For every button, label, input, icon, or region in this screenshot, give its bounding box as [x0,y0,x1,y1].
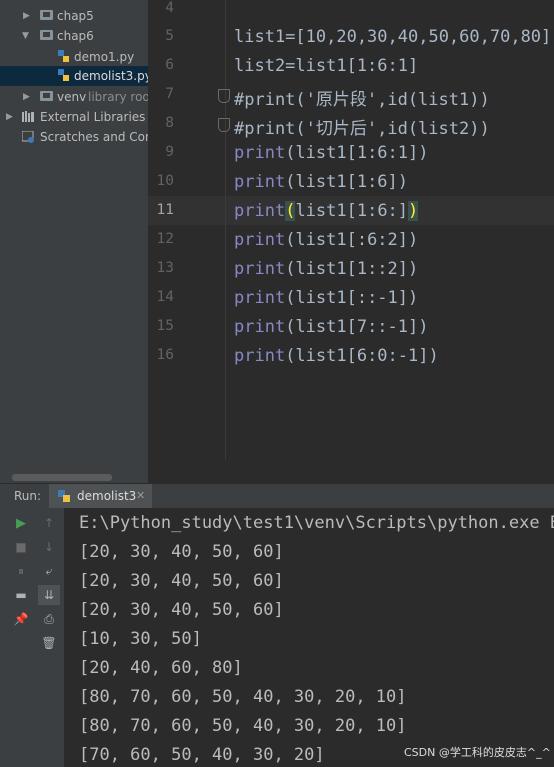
python-file-icon [58,50,69,62]
tree-item-label: chap5 [57,9,94,23]
arrow-up-icon[interactable]: ↑ [40,514,58,532]
line-number: 5 [165,28,174,44]
console-line: [80, 70, 60, 50, 40, 30, 20, 10] [79,716,407,736]
tree-item-demolist3[interactable]: demolist3.py [0,66,148,86]
code-line-comment[interactable]: #print('原片段',id(list1)) [234,85,490,110]
code-line[interactable]: list2=list1[1:6:1] [234,56,418,76]
libraries-icon [22,111,34,122]
matched-bracket: ( [285,201,296,221]
soft-wrap-icon[interactable]: ⤶ [40,562,58,580]
code-line-current[interactable]: print(list1[1:6:]) [234,201,419,221]
code-line-comment[interactable]: #print('切片后',id(list2)) [234,114,490,139]
line-number: 9 [165,144,174,160]
console-line: [20, 30, 40, 50, 60] [79,542,284,562]
code-line[interactable]: print(list1[1::2]) [234,259,418,279]
builtin-print: print [234,259,286,279]
run-tab-label: demolist3 [77,489,137,503]
python-file-icon [58,69,69,81]
run-tab[interactable]: demolist3 ✕ [49,484,152,509]
folder-icon [40,10,53,20]
tree-item-label: demolist3.py [74,69,148,83]
code-line[interactable]: print(list1[7::-1]) [234,317,428,337]
builtin-print: print [234,317,286,337]
line-number: 13 [156,260,174,276]
layout-icon[interactable]: ▬ [12,586,30,604]
project-panel: ▶ chap5 ▼ chap6 demo1.py demolist3.py ▶ … [0,0,148,483]
line-number-current: 11 [156,202,174,218]
tree-item-label: demo1.py [74,50,135,64]
run-tool-header: Run: demolist3 ✕ [0,483,554,509]
scroll-to-end-icon[interactable]: ⇊ [38,585,60,605]
code-line[interactable]: list1=[10,20,30,40,50,60,70,80] [234,27,551,47]
pause-icon[interactable]: ⏸ [12,562,30,580]
line-number: 15 [156,318,174,334]
expand-arrow-icon[interactable]: ▶ [23,87,30,107]
console-line: [20, 40, 60, 80] [79,658,243,678]
line-number: 16 [156,347,174,363]
builtin-print: print [234,346,286,366]
tree-item-label: venv [57,90,87,104]
tree-item-external-libraries[interactable]: ▶ External Libraries [0,107,148,127]
console-line: [10, 30, 50] [79,629,202,649]
console-line: [20, 30, 40, 50, 60] [79,600,284,620]
matched-bracket: ) [408,201,419,221]
builtin-print: print [234,230,286,250]
code-line[interactable]: print(list1[6:0:-1]) [234,346,439,366]
line-number: 14 [156,289,174,305]
line-number: 10 [156,173,174,189]
code-line[interactable]: print(list1[1:6:1]) [234,143,428,163]
stop-icon[interactable]: ■ [12,538,30,556]
line-number: 12 [156,231,174,247]
tree-item-label: External Libraries [40,110,146,124]
scratches-icon [22,131,34,143]
pin-icon[interactable]: 📌 [12,610,30,628]
tree-item-label: chap6 [57,29,94,43]
builtin-print: print [234,288,286,308]
code-line[interactable]: print(list1[:6:2]) [234,230,418,250]
line-number: 6 [165,57,174,73]
expand-arrow-icon[interactable]: ▶ [6,107,13,127]
expand-arrow-icon[interactable]: ▶ [23,6,30,26]
library-root-label: library root [88,90,148,104]
builtin-print: print [234,201,286,221]
folder-icon [40,91,53,101]
gutter-separator [225,0,226,460]
print-icon[interactable]: ⎙ [40,610,58,628]
fold-marker-icon[interactable] [218,118,230,132]
trash-icon[interactable]: 🗑 [40,634,58,652]
line-number: 7 [165,86,174,102]
console-line: [20, 30, 40, 50, 60] [79,571,284,591]
fold-marker-icon[interactable] [218,89,230,103]
tree-item-venv[interactable]: ▶ venv library root [0,87,148,107]
builtin-print: print [234,172,286,192]
tree-item-chap5[interactable]: ▶ chap5 [0,6,148,26]
console-line: [80, 70, 60, 50, 40, 30, 20, 10] [79,687,407,707]
code-line[interactable]: print(list1[::-1]) [234,288,418,308]
code-line[interactable]: print(list1[1:6]) [234,172,408,192]
tree-item-label: Scratches and Consoles [40,130,148,144]
tree-item-scratches[interactable]: Scratches and Consoles [0,127,148,147]
folder-icon [40,30,53,40]
collapse-arrow-icon[interactable]: ▼ [22,26,29,46]
python-run-icon [58,490,70,502]
run-toolbar: ▶ ↑ ■ ↓ ⏸ ⤶ ▬ ⇊ 📌 ⎙ 🗑 [0,508,64,767]
builtin-print: print [234,143,286,163]
run-title: Run: [14,489,42,503]
close-icon[interactable]: ✕ [136,489,145,502]
tree-item-chap6[interactable]: ▼ chap6 [0,26,148,46]
tree-item-demo1[interactable]: demo1.py [0,47,148,67]
horizontal-scrollbar[interactable] [12,474,112,481]
line-number: 4 [165,0,174,16]
console-line: [70, 60, 50, 40, 30, 20] [79,745,325,765]
arrow-down-icon[interactable]: ↓ [40,538,58,556]
rerun-icon[interactable]: ▶ [12,514,30,532]
line-number: 8 [165,115,174,131]
console-line: E:\Python_study\test1\venv\Scripts\pytho… [79,513,554,533]
watermark: CSDN @学工科的皮皮志^_^ [404,746,551,759]
